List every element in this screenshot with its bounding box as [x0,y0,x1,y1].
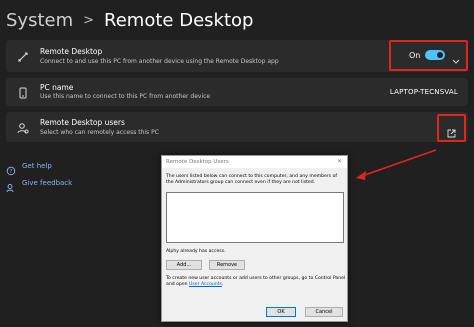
create-users-text: To create new user accounts or add users… [166,276,346,288]
ok-button[interactable]: OK [266,307,296,317]
breadcrumb: System > Remote Desktop [0,8,474,32]
pc-name-description: Use this name to connect to this PC from… [40,93,211,100]
open-external-icon[interactable] [447,123,456,138]
get-help-link[interactable]: ? Get help [6,161,52,176]
remote-desktop-users-dialog: Remote Desktop Users ✕ The users listed … [161,155,348,322]
access-text: Alphy already has access. [166,249,226,254]
svg-text:?: ? [10,169,13,175]
pc-name-title: PC name [40,83,74,92]
remove-button[interactable]: Remove [209,260,245,270]
pc-name-card: PC name Use this name to connect to this… [6,78,468,106]
give-feedback-label: Give feedback [22,179,73,187]
user-accounts-link[interactable]: User Accounts [189,282,222,287]
cancel-button[interactable]: Cancel [305,307,343,317]
computer-icon [16,85,30,99]
remote-desktop-description: Connect to and use this PC from another … [40,58,279,65]
close-icon[interactable]: ✕ [337,158,342,165]
toggle-knob [437,52,443,58]
remote-users-title: Remote Desktop users [40,118,125,127]
give-feedback-link[interactable]: Give feedback [6,178,73,193]
breadcrumb-separator: > [83,12,95,28]
remote-desktop-icon [16,49,30,63]
dialog-info-text: The users listed below can connect to th… [166,174,338,185]
users-icon [16,120,30,134]
remote-users-description: Select who can remotely access this PC [40,129,159,136]
toggle-state-label: On [409,51,421,60]
pc-name-value: LAPTOP-TECNSVAL [389,88,458,96]
create-users-text-after: . [221,282,224,287]
remote-desktop-title: Remote Desktop [40,47,103,56]
get-help-label: Get help [22,162,52,170]
users-listbox[interactable] [166,192,344,243]
page-title: Remote Desktop [104,9,254,31]
add-button[interactable]: Add... [166,260,202,270]
chevron-down-icon[interactable] [452,50,460,64]
breadcrumb-system[interactable]: System [6,10,73,31]
dialog-title: Remote Desktop Users [166,159,229,165]
help-icon: ? [6,161,16,176]
feedback-icon [6,178,16,193]
remote-desktop-toggle[interactable] [425,50,445,60]
remote-desktop-users-card[interactable]: Remote Desktop users Select who can remo… [6,112,468,142]
